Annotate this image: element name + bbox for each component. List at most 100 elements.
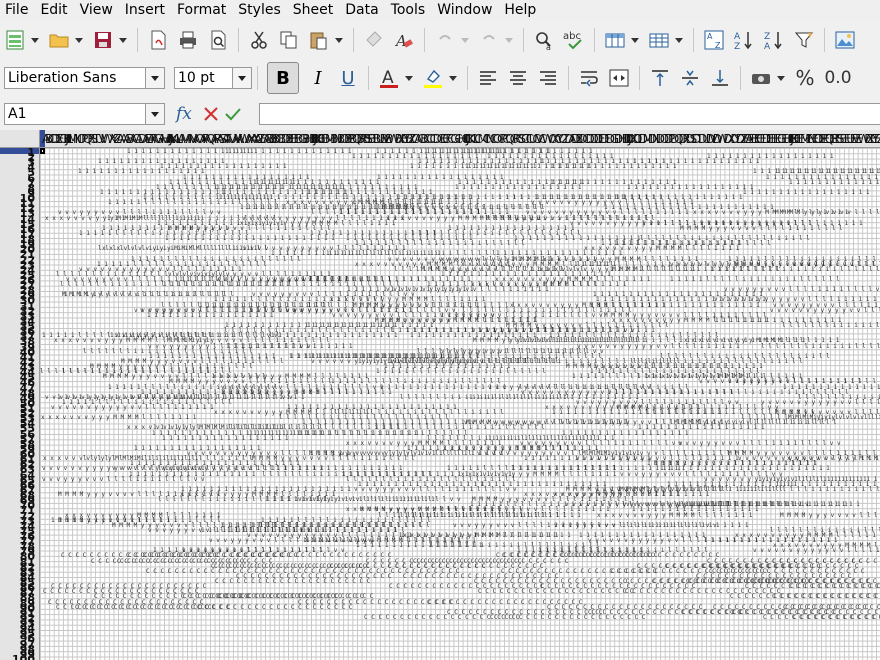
align-middle-icon[interactable] xyxy=(677,65,703,91)
menu-help[interactable]: Help xyxy=(498,0,542,20)
menu-view[interactable]: View xyxy=(74,0,119,20)
row-icon[interactable] xyxy=(602,27,628,53)
cell-content: C C C C C C C C C C C C C C C C C C C C … xyxy=(730,593,880,601)
cell-content: x x x v v v v y y y M M M M l l l l 1 1 … xyxy=(102,245,258,253)
find-replace-icon[interactable]: a xyxy=(531,27,557,53)
cancel-icon[interactable] xyxy=(200,103,222,125)
italic-button[interactable]: I xyxy=(303,63,333,93)
wrap-text-icon[interactable] xyxy=(576,65,602,91)
print-icon[interactable] xyxy=(175,27,201,53)
highlight-color-icon[interactable] xyxy=(420,65,446,91)
currency-dropdown-arrow[interactable] xyxy=(776,65,786,91)
open-dropdown-arrow[interactable] xyxy=(74,27,84,53)
copy-icon[interactable] xyxy=(276,27,302,53)
cell-content: C C C C C C C C C C C C C C C C C C C C … xyxy=(564,552,720,560)
menu-insert[interactable]: Insert xyxy=(119,0,171,20)
align-left-icon[interactable] xyxy=(475,65,501,91)
row-dropdown-arrow[interactable] xyxy=(630,27,640,53)
image-icon[interactable] xyxy=(832,27,858,53)
separator xyxy=(740,66,741,90)
sort-ascending-icon[interactable]: AZ xyxy=(731,27,757,53)
align-top-icon[interactable] xyxy=(647,65,673,91)
undo-dropdown-arrow[interactable] xyxy=(460,27,470,53)
currency-format-icon[interactable] xyxy=(748,65,774,91)
name-box-value[interactable]: A1 xyxy=(5,106,145,122)
clone-formatting-icon[interactable] xyxy=(361,27,387,53)
redo-icon[interactable] xyxy=(476,27,502,53)
cell-content: v v v y y y v v v l l l l 1 1 1 1 l l l … xyxy=(678,439,841,447)
cell-content: v v v v v v y y y y y v v l l l l 1 1 1 … xyxy=(51,404,214,411)
save-icon[interactable] xyxy=(90,27,116,53)
cell-content: 1 1 1 1 1 1 1 1 1 1 1 1 1 1 1 1 1 1 xyxy=(147,311,274,319)
print-preview-icon[interactable] xyxy=(205,27,231,53)
bold-button[interactable]: B xyxy=(267,62,299,94)
cell-area[interactable]: 1 1 1 1 1 1 1 1 1 1 1 1 1 1 1 1 1 11 1 1… xyxy=(40,148,880,660)
spellcheck-icon[interactable]: abc xyxy=(561,27,587,53)
cell-content: 1 1 1 1 1 1 1 1 1 1 1 1 1 1 1 1 1 1 xyxy=(743,188,870,196)
font-name-combo[interactable]: Liberation Sans xyxy=(4,67,165,89)
new-spreadsheet-icon[interactable] xyxy=(2,27,28,53)
svg-text:Z: Z xyxy=(734,42,740,51)
column-icon[interactable] xyxy=(646,27,672,53)
redo-dropdown-arrow[interactable] xyxy=(504,27,514,53)
cut-icon[interactable] xyxy=(246,27,272,53)
cell-content: 1 1 1 1 1 1 1 1 1 1 1 1 1 1 1 1 1 1 xyxy=(380,383,507,391)
clear-formatting-icon[interactable]: A xyxy=(391,27,417,53)
font-color-dropdown-arrow[interactable] xyxy=(404,65,414,91)
highlight-dropdown-arrow[interactable] xyxy=(448,65,458,91)
menu-file[interactable]: File xyxy=(0,0,34,20)
function-wizard-icon[interactable]: fx xyxy=(176,104,200,124)
font-name-dropdown-arrow[interactable] xyxy=(145,68,164,88)
spreadsheet-grid: ABCDEFGHIJKLMNOPQRSTUVWXYZAAABACADAEAFAG… xyxy=(0,130,880,660)
underline-button[interactable]: U xyxy=(333,63,363,93)
sort-descending-icon[interactable]: ZA xyxy=(761,27,787,53)
svg-text:A: A xyxy=(394,32,407,50)
name-box-dropdown-arrow[interactable] xyxy=(145,104,164,124)
paste-icon[interactable] xyxy=(306,27,332,53)
menu-data[interactable]: Data xyxy=(339,0,384,20)
accept-icon[interactable] xyxy=(222,103,244,125)
separator xyxy=(467,66,468,90)
cell-content: l l l l l l l i i i i i i l l l l l l i … xyxy=(400,393,570,401)
autofilter-icon[interactable] xyxy=(791,27,817,53)
sort-icon[interactable]: AZ xyxy=(701,27,727,53)
cell-content: x x x v v v v y y y M M M M l l l l 1 1 … xyxy=(597,511,753,519)
separator xyxy=(238,28,239,52)
formula-input[interactable] xyxy=(259,103,880,125)
open-folder-icon[interactable] xyxy=(46,27,72,53)
separator xyxy=(824,28,825,52)
merge-cells-icon[interactable] xyxy=(606,65,632,91)
menu-window[interactable]: Window xyxy=(431,0,498,20)
align-center-icon[interactable] xyxy=(505,65,531,91)
menu-edit[interactable]: Edit xyxy=(34,0,73,20)
row-headers[interactable]: 1 2 3 4 5 6 7 8 9 10 11 12 13 14 15 16 17 18 19 20 21 22 23 24 2… xyxy=(0,148,40,660)
name-box[interactable]: A1 xyxy=(4,103,165,125)
font-size-dropdown-arrow[interactable] xyxy=(232,68,251,88)
menu-format[interactable]: Format xyxy=(171,0,232,20)
column-header-labels[interactable]: ABCDEFGHIJKLMNOPQRSTUVWXYZAAABACADAEAFAG… xyxy=(42,130,880,147)
select-all-corner[interactable] xyxy=(0,130,40,148)
font-size-value[interactable]: 10 pt xyxy=(175,70,232,86)
paste-dropdown-arrow[interactable] xyxy=(334,27,344,53)
separator xyxy=(523,28,524,52)
align-bottom-icon[interactable] xyxy=(707,65,733,91)
menu-styles[interactable]: Styles xyxy=(232,0,286,20)
font-color-icon[interactable]: A xyxy=(376,65,402,91)
cell-content: l l l l l l l i i i i i i l l l l l l i … xyxy=(782,322,880,330)
menu-tools[interactable]: Tools xyxy=(385,0,432,20)
export-pdf-icon[interactable] xyxy=(145,27,171,53)
separator xyxy=(368,66,369,90)
menu-sheet[interactable]: Sheet xyxy=(287,0,339,20)
number-format-button[interactable]: 0.0 xyxy=(820,63,856,93)
column-headers[interactable]: ABCDEFGHIJKLMNOPQRSTUVWXYZAAABACADAEAFAG… xyxy=(40,130,880,148)
font-size-combo[interactable]: 10 pt xyxy=(174,67,252,89)
cell-content: 1 1 1 1 1 l l l l l i i i i i i i i l l … xyxy=(710,265,880,273)
column-dropdown-arrow[interactable] xyxy=(674,27,684,53)
new-dropdown-arrow[interactable] xyxy=(30,27,40,53)
undo-icon[interactable] xyxy=(432,27,458,53)
save-dropdown-arrow[interactable] xyxy=(118,27,128,53)
font-name-value[interactable]: Liberation Sans xyxy=(5,70,145,86)
align-right-icon[interactable] xyxy=(535,65,561,91)
percent-format-button[interactable]: % xyxy=(790,63,820,93)
cell-content: 1 1 1 1 1 1 1 1 1 1 1 1 1 1 1 1 1 1 xyxy=(627,183,754,191)
